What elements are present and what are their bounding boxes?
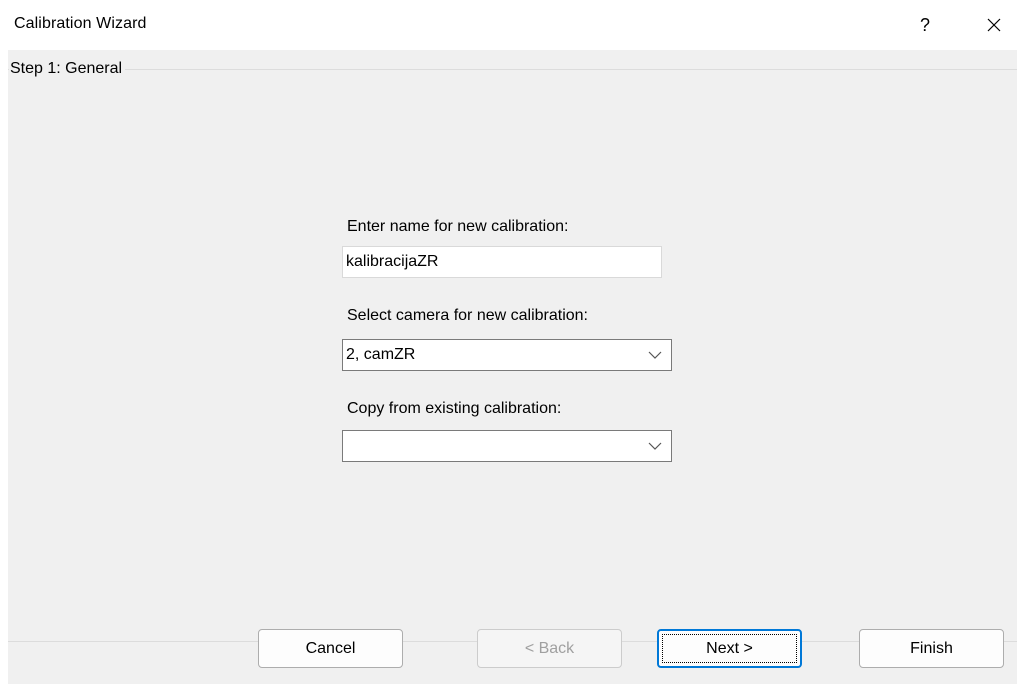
chevron-down-icon[interactable] xyxy=(643,431,667,461)
camera-label: Select camera for new calibration: xyxy=(347,307,588,324)
calibration-name-value: kalibracijaZR xyxy=(346,253,439,270)
title-bar: Calibration Wizard ? xyxy=(0,0,1019,50)
name-label: Enter name for new calibration: xyxy=(347,218,569,235)
camera-select-value: 2, camZR xyxy=(346,346,416,363)
finish-button[interactable]: Finish xyxy=(859,629,1004,668)
next-button[interactable]: Next > xyxy=(657,629,802,668)
back-button-label: < Back xyxy=(524,639,575,657)
finish-button-label: Finish xyxy=(910,639,953,657)
calibration-name-input[interactable]: kalibracijaZR xyxy=(342,246,662,278)
help-label: ? xyxy=(919,14,930,35)
help-button[interactable]: ? xyxy=(905,8,945,42)
step-legend: Step 1: General xyxy=(9,60,126,78)
close-button[interactable] xyxy=(974,8,1014,42)
back-button[interactable]: < Back xyxy=(477,629,622,668)
copy-label: Copy from existing calibration: xyxy=(347,400,562,417)
cancel-button-label: Cancel xyxy=(305,639,356,657)
close-icon xyxy=(987,18,1001,32)
window-title: Calibration Wizard xyxy=(14,15,147,32)
copy-calibration-select[interactable] xyxy=(342,430,672,462)
chevron-down-icon[interactable] xyxy=(643,340,667,370)
wizard-client-area: Step 1: General Enter name for new calib… xyxy=(8,50,1017,684)
camera-select[interactable]: 2, camZR xyxy=(342,339,672,371)
cancel-button[interactable]: Cancel xyxy=(258,629,403,668)
focus-rectangle xyxy=(662,634,797,663)
